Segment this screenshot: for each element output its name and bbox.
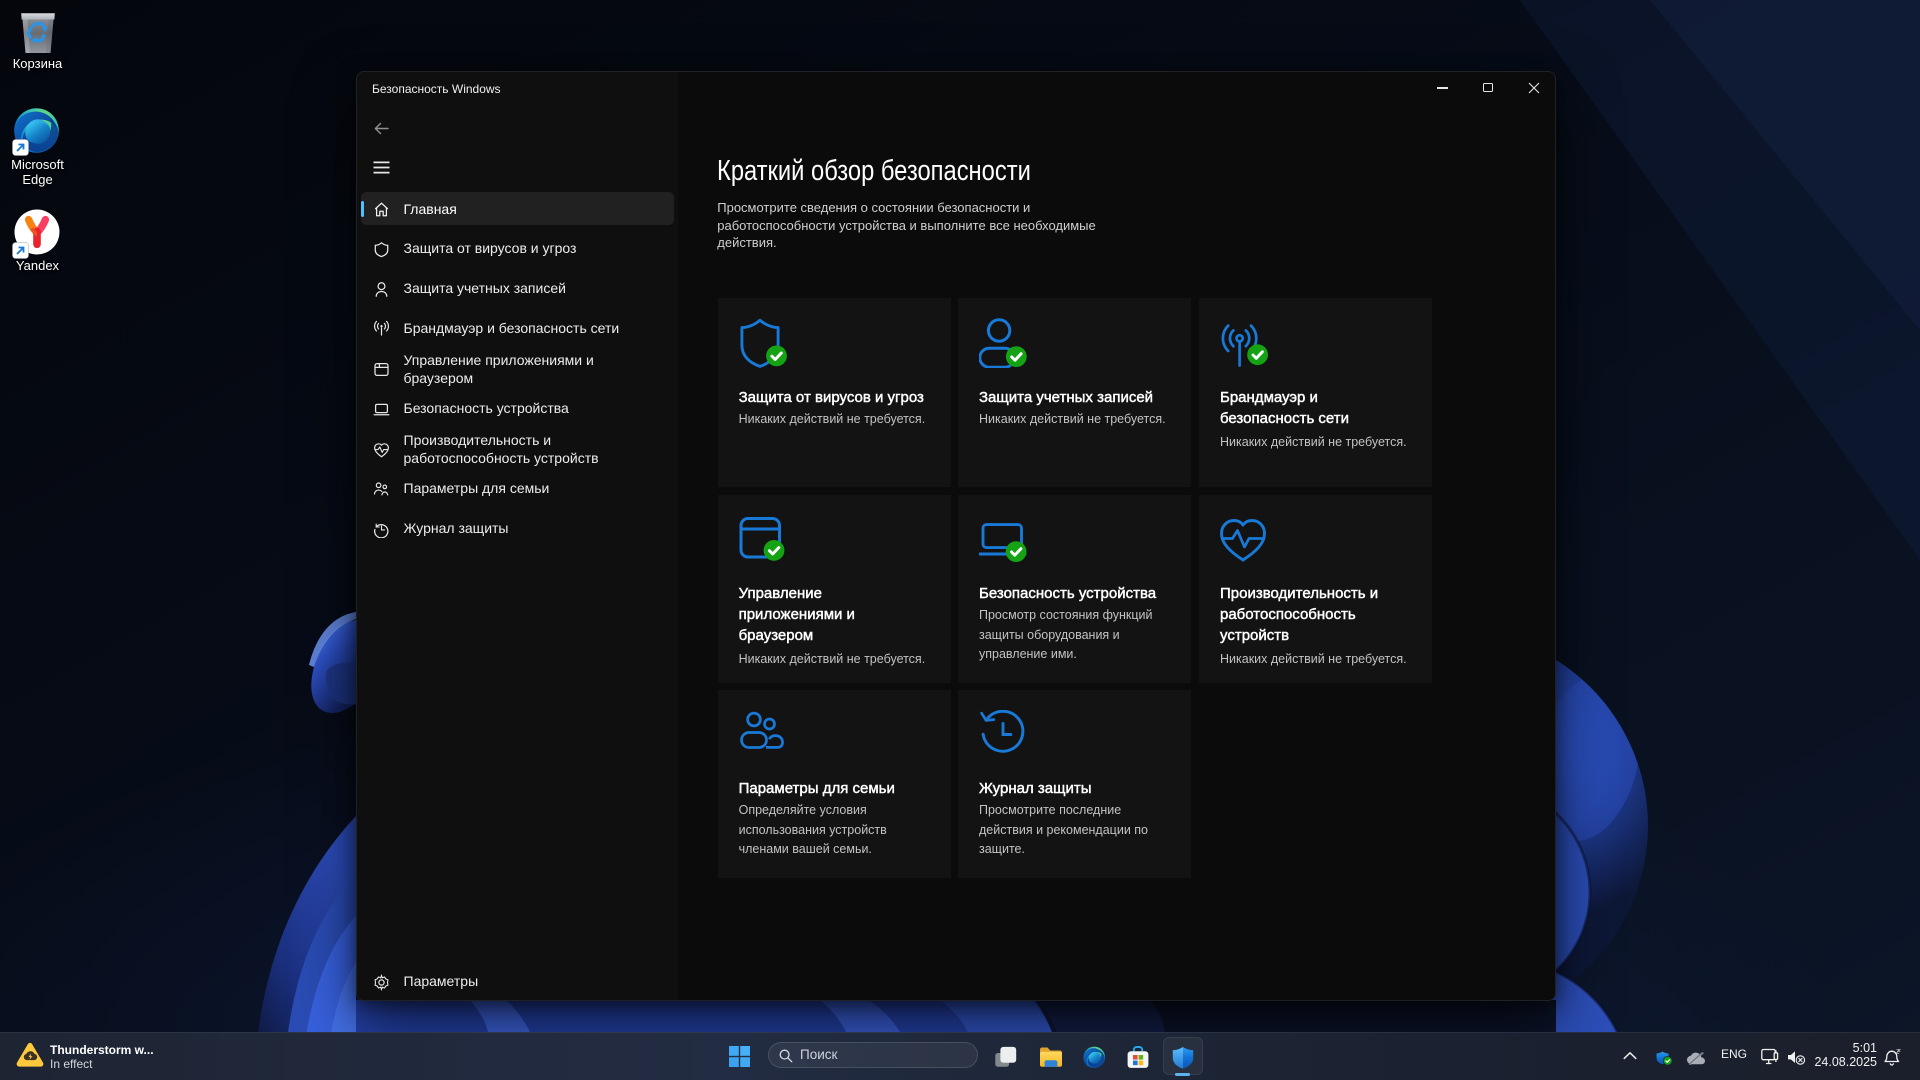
svg-text:z: z [1898,1048,1901,1054]
